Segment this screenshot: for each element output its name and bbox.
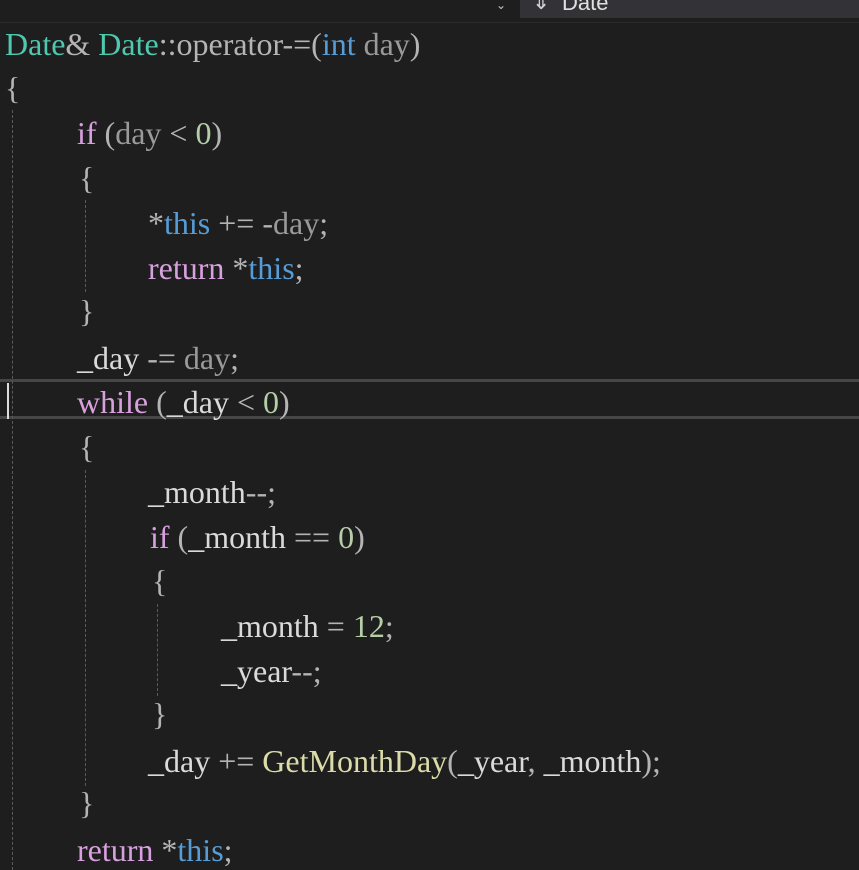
- code-line[interactable]: {: [5, 66, 20, 110]
- navigation-bar: ⌄ ⇓ Date: [0, 0, 859, 23]
- brace: {: [79, 429, 95, 465]
- code-token: &: [65, 26, 91, 62]
- member-dropdown-label: Date: [562, 0, 609, 15]
- member-variable: _month: [543, 743, 642, 779]
- brace: }: [79, 293, 95, 329]
- brace: }: [79, 785, 95, 821]
- brace: {: [152, 563, 168, 599]
- member-dropdown[interactable]: ⇓ Date: [520, 0, 859, 18]
- code-token: *: [153, 832, 178, 868]
- type-name: Date: [5, 26, 66, 62]
- code-line[interactable]: if (_month == 0): [150, 515, 365, 559]
- type-name: Date: [98, 26, 159, 62]
- code-line[interactable]: }: [79, 289, 94, 333]
- text-cursor: [7, 383, 9, 419]
- member-variable: _day: [166, 384, 229, 420]
- code-token: );: [641, 743, 661, 779]
- code-line[interactable]: _month--;: [148, 470, 276, 514]
- parameter: day: [115, 115, 162, 151]
- member-variable: _day: [148, 743, 211, 779]
- chevron-down-icon[interactable]: ⌄: [496, 0, 506, 12]
- code-line[interactable]: _year--;: [221, 649, 322, 693]
- code-line[interactable]: }: [152, 692, 167, 736]
- code-line[interactable]: _day -= day;: [77, 336, 239, 380]
- code-line[interactable]: return *this;: [148, 246, 304, 290]
- indent-guide: [85, 470, 86, 786]
- brace: {: [5, 70, 21, 106]
- brace: {: [79, 160, 95, 196]
- code-token: ;: [319, 205, 329, 241]
- parameter: day: [183, 340, 231, 376]
- code-token: ;: [230, 340, 239, 376]
- indent-guide: [157, 604, 158, 696]
- code-token: ): [354, 519, 365, 555]
- code-token: ::operator-=(: [158, 26, 322, 62]
- number: 12: [352, 608, 385, 644]
- code-token: (: [96, 115, 116, 151]
- code-line[interactable]: _month = 12;: [221, 604, 394, 648]
- code-line[interactable]: if (day < 0): [77, 111, 222, 155]
- member-variable: _year: [221, 653, 292, 689]
- code-token: --;: [291, 653, 322, 689]
- indent-guide: [85, 200, 86, 292]
- code-token: ): [409, 26, 421, 62]
- member-variable: _year: [457, 743, 528, 779]
- code-token: += -: [210, 205, 273, 241]
- code-token: =: [318, 608, 353, 644]
- number: 0: [263, 384, 279, 420]
- code-token: (: [169, 519, 189, 555]
- keyword: return: [77, 832, 154, 868]
- code-line[interactable]: {: [79, 156, 94, 200]
- keyword: this: [164, 205, 211, 241]
- code-token: (: [447, 743, 458, 779]
- brace: }: [152, 696, 168, 732]
- code-token: *: [148, 205, 164, 241]
- member-variable: _month: [148, 474, 246, 510]
- code-token: *: [224, 250, 249, 286]
- code-line[interactable]: *this += -day;: [148, 201, 328, 245]
- code-token: (: [148, 384, 167, 420]
- member-variable: _month: [188, 519, 286, 555]
- code-token: ;: [384, 608, 394, 644]
- keyword: int: [321, 26, 356, 62]
- code-line[interactable]: Date& Date::operator-=(int day): [5, 22, 420, 66]
- code-line[interactable]: while (_day < 0): [77, 380, 290, 424]
- parameter: day: [272, 205, 320, 241]
- code-line[interactable]: return *this;: [77, 828, 233, 870]
- code-token: ): [279, 384, 290, 420]
- member-icon: ⇓: [532, 0, 551, 15]
- keyword: while: [77, 384, 149, 420]
- code-line[interactable]: {: [152, 559, 167, 603]
- code-token: <: [161, 115, 196, 151]
- code-token: --;: [245, 474, 276, 510]
- keyword: this: [248, 250, 295, 286]
- number: 0: [338, 519, 355, 555]
- keyword: if: [77, 115, 97, 151]
- code-line[interactable]: }: [79, 781, 94, 825]
- indent-guide: [12, 110, 13, 870]
- code-line[interactable]: {: [79, 425, 94, 469]
- code-editor[interactable]: ⌄ ⇓ Date Date& Date::operator-=(int day)…: [0, 0, 859, 870]
- keyword: return: [148, 250, 225, 286]
- keyword: if: [150, 519, 170, 555]
- parameter: day: [363, 26, 410, 62]
- member-variable: _day: [77, 340, 140, 376]
- code-token: ;: [223, 832, 233, 868]
- code-token: ;: [294, 250, 304, 286]
- code-token: <: [228, 384, 263, 420]
- code-token: +=: [210, 743, 263, 779]
- code-token: -=: [139, 340, 184, 376]
- keyword: this: [177, 832, 224, 868]
- function-name: GetMonthDay: [262, 743, 448, 779]
- member-variable: _month: [221, 608, 319, 644]
- code-line[interactable]: _day += GetMonthDay(_year, _month);: [148, 739, 661, 783]
- code-token: ): [211, 115, 223, 151]
- code-token: ,: [527, 743, 544, 779]
- code-token: ==: [285, 519, 339, 555]
- number: 0: [195, 115, 212, 151]
